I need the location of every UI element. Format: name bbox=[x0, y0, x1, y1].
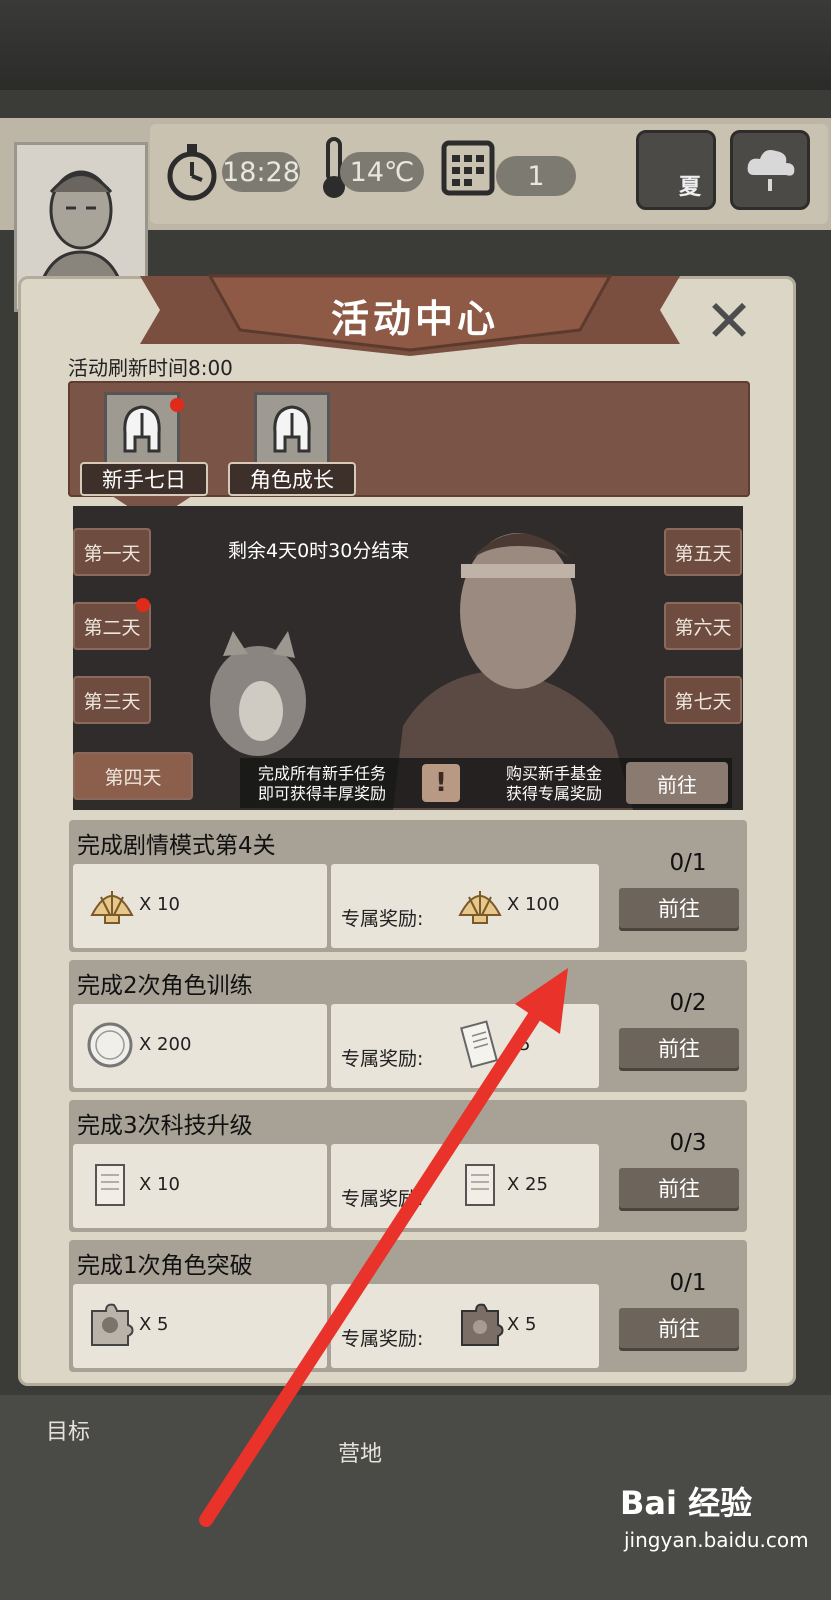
day-tab-5[interactable]: 第五天 bbox=[664, 528, 742, 576]
reward-box: X 10 bbox=[73, 864, 327, 948]
reward-quantity: X 5 bbox=[139, 1314, 169, 1335]
helmet-icon bbox=[104, 392, 180, 468]
bottom-camp-label[interactable]: 营地 bbox=[338, 1436, 382, 1468]
task-card: 完成1次角色突破 X 5 专属奖励: X 5 0/1 前往 bbox=[69, 1240, 747, 1372]
exclusive-reward-quantity: X 5 bbox=[507, 1314, 537, 1335]
tab-label: 角色成长 bbox=[228, 462, 356, 496]
day-count-display: 1 bbox=[496, 156, 576, 196]
exclusive-reward-label: 专属奖励: bbox=[341, 1184, 423, 1211]
task-title: 完成剧情模式第4关 bbox=[77, 833, 276, 859]
baidu-watermark: Bai 经验 bbox=[620, 1484, 753, 1522]
exclusive-reward-box: 专属奖励: 5 bbox=[331, 1004, 599, 1088]
stopwatch-icon bbox=[164, 140, 220, 204]
banner-left-line1: 完成所有新手任务 bbox=[258, 764, 387, 783]
banner-right-line2: 获得专属奖励 bbox=[506, 784, 603, 803]
task-card: 完成2次角色训练 X 200 专属奖励: 5 0/2 前往 bbox=[69, 960, 747, 1092]
weather-button[interactable] bbox=[730, 130, 810, 210]
calendar-icon bbox=[440, 134, 496, 198]
day-tab-1[interactable]: 第一天 bbox=[73, 528, 151, 576]
reward-box: X 10 bbox=[73, 1144, 327, 1228]
refresh-time-label: 活动刷新时间8:00 bbox=[68, 356, 233, 380]
season-button[interactable]: 夏 bbox=[636, 130, 716, 210]
notification-dot bbox=[170, 398, 184, 412]
tab-character-growth[interactable]: 角色成长 bbox=[228, 392, 358, 496]
banner-left-line2: 即可获得丰厚奖励 bbox=[258, 784, 387, 803]
shell-icon bbox=[455, 880, 505, 930]
task-goto-button[interactable]: 前往 bbox=[619, 1168, 739, 1208]
remaining-time-label: 剩余4天0时30分结束 bbox=[228, 540, 410, 562]
task-progress: 0/3 bbox=[669, 1130, 707, 1156]
rain-cloud-icon bbox=[747, 150, 795, 191]
top-background bbox=[0, 0, 831, 90]
tab-newbie-seven-days[interactable]: 新手七日 bbox=[80, 392, 210, 496]
reward-quantity: X 10 bbox=[139, 894, 180, 915]
exclusive-reward-label-head: 专属奖 bbox=[341, 1188, 399, 1210]
temperature-display: 14℃ bbox=[340, 152, 424, 192]
day-tab-7[interactable]: 第七天 bbox=[664, 676, 742, 724]
exclusive-reward-label-tail: 励: bbox=[398, 1188, 424, 1210]
exclusive-reward-box: 专属奖励: X 100 bbox=[331, 864, 599, 948]
task-goto-button[interactable]: 前往 bbox=[619, 1308, 739, 1348]
task-title: 完成1次角色突破 bbox=[77, 1253, 253, 1279]
exclusive-reward-box: 专属奖励: X 5 bbox=[331, 1284, 599, 1368]
exclusive-reward-quantity: X 100 bbox=[507, 894, 560, 915]
tab-label: 新手七日 bbox=[80, 462, 208, 496]
banner-right-line1: 购买新手基金 bbox=[506, 764, 603, 783]
fund-goto-button[interactable]: 前往 bbox=[626, 762, 728, 804]
task-goto-button[interactable]: 前往 bbox=[619, 1028, 739, 1068]
reward-quantity: X 10 bbox=[139, 1174, 180, 1195]
task-progress: 0/2 bbox=[669, 990, 707, 1016]
task-goto-button[interactable]: 前往 bbox=[619, 888, 739, 928]
task-progress: 0/1 bbox=[669, 850, 707, 876]
close-icon[interactable]: ✕ bbox=[700, 292, 758, 350]
exclusive-reward-quantity: 5 bbox=[519, 1034, 531, 1055]
exclusive-reward-quantity: X 25 bbox=[507, 1174, 548, 1195]
coin-icon bbox=[85, 1020, 135, 1070]
portrait-puzzle-icon bbox=[85, 1300, 135, 1350]
exclusive-reward-label: 专属奖励: bbox=[341, 1048, 424, 1070]
season-label: 夏 bbox=[678, 175, 701, 200]
task-card: 完成3次科技升级 X 10 专属奖励: X 25 0/3 前往 bbox=[69, 1100, 747, 1232]
exclusive-reward-label: 专属奖励: bbox=[341, 1328, 424, 1350]
bottom-target-label[interactable]: 目标 bbox=[46, 1414, 90, 1446]
reward-box: X 200 bbox=[73, 1004, 327, 1088]
task-card: 完成剧情模式第4关 X 10 专属奖励: X 100 0/1 前往 bbox=[69, 820, 747, 952]
baidu-watermark-url: jingyan.baidu.com bbox=[624, 1528, 809, 1552]
scroll-icon bbox=[455, 1020, 505, 1070]
exclusive-reward-box: 专属奖励: X 25 bbox=[331, 1144, 599, 1228]
notification-dot bbox=[136, 598, 150, 612]
day-tab-4[interactable]: 第四天 bbox=[73, 752, 193, 800]
day-tab-6[interactable]: 第六天 bbox=[664, 602, 742, 650]
task-title: 完成3次科技升级 bbox=[77, 1113, 253, 1139]
helmet-icon bbox=[254, 392, 330, 468]
reward-quantity: X 200 bbox=[139, 1034, 192, 1055]
shell-icon bbox=[87, 880, 137, 930]
exclamation-icon[interactable]: ! bbox=[422, 764, 460, 802]
panel-title: 活动中心 bbox=[330, 296, 499, 341]
puzzle-icon bbox=[455, 1300, 505, 1350]
exclusive-reward-label: 专属奖励: bbox=[341, 908, 424, 930]
reward-box: X 5 bbox=[73, 1284, 327, 1368]
task-progress: 0/1 bbox=[669, 1270, 707, 1296]
task-title: 完成2次角色训练 bbox=[77, 973, 253, 999]
day-tab-3[interactable]: 第三天 bbox=[73, 676, 151, 724]
paper-icon bbox=[455, 1160, 505, 1210]
paper-icon bbox=[85, 1160, 135, 1210]
time-display: 18:28 bbox=[222, 152, 300, 192]
